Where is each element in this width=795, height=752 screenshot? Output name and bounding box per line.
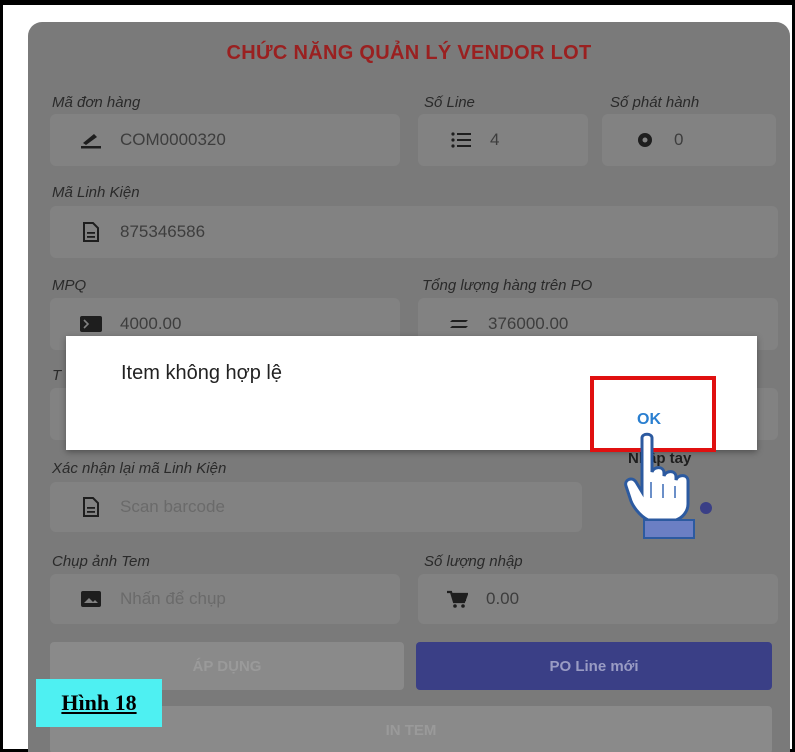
po-total-value: 376000.00 <box>488 314 569 333</box>
mpq-label: MPQ <box>52 277 87 294</box>
line-number-value: 4 <box>490 130 500 149</box>
reconfirm-barcode-input[interactable]: Scan barcode <box>50 482 582 532</box>
page-title: CHỨC NĂNG QUẢN LÝ VENDOR LOT <box>226 42 592 64</box>
image-icon <box>80 588 102 610</box>
document-icon <box>80 496 102 518</box>
terminal-icon <box>80 313 102 335</box>
pointing-hand-icon <box>618 432 718 540</box>
component-code-field[interactable]: 875346586 <box>50 206 778 258</box>
input-quantity-value: 0.00 <box>486 589 520 608</box>
mpq-value: 4000.00 <box>120 314 182 333</box>
edit-icon <box>80 129 102 151</box>
photo-placeholder: Nhấn để chụp <box>120 589 226 608</box>
order-code-field[interactable]: COM0000320 <box>50 114 400 166</box>
line-number-label: Số Line <box>424 94 475 111</box>
figure-caption-text: Hình 18 <box>61 690 137 715</box>
release-number-field[interactable]: 0 <box>602 114 776 166</box>
release-number-value: 0 <box>674 130 684 149</box>
cart-icon <box>446 588 468 610</box>
po-total-label: Tổng lượng hàng trên PO <box>422 277 593 294</box>
list-icon <box>450 129 472 151</box>
input-quantity-label: Số lượng nhập <box>424 553 523 570</box>
equals-icon <box>448 313 470 335</box>
component-code-value: 875346586 <box>120 222 206 241</box>
dialog-message: Item không hợp lệ <box>121 362 282 384</box>
barcode-placeholder: Scan barcode <box>120 497 225 516</box>
obscured-label: T <box>52 367 62 384</box>
photo-label-label: Chụp ảnh Tem <box>52 553 150 570</box>
gear-icon <box>634 129 656 151</box>
order-code-label: Mã đơn hàng <box>52 94 141 111</box>
input-quantity-field[interactable]: 0.00 <box>418 574 778 624</box>
line-number-field[interactable]: 4 <box>418 114 588 166</box>
figure-caption: Hình 18 <box>36 679 162 727</box>
order-code-value: COM0000320 <box>120 130 226 149</box>
reconfirm-component-label: Xác nhận lại mã Linh Kiện <box>52 460 227 477</box>
new-po-line-button[interactable]: PO Line mới <box>416 642 772 690</box>
document-icon <box>80 221 102 243</box>
photo-label-input[interactable]: Nhấn để chụp <box>50 574 400 624</box>
release-number-label: Số phát hành <box>610 94 700 111</box>
component-code-label: Mã Linh Kiện <box>52 184 140 201</box>
